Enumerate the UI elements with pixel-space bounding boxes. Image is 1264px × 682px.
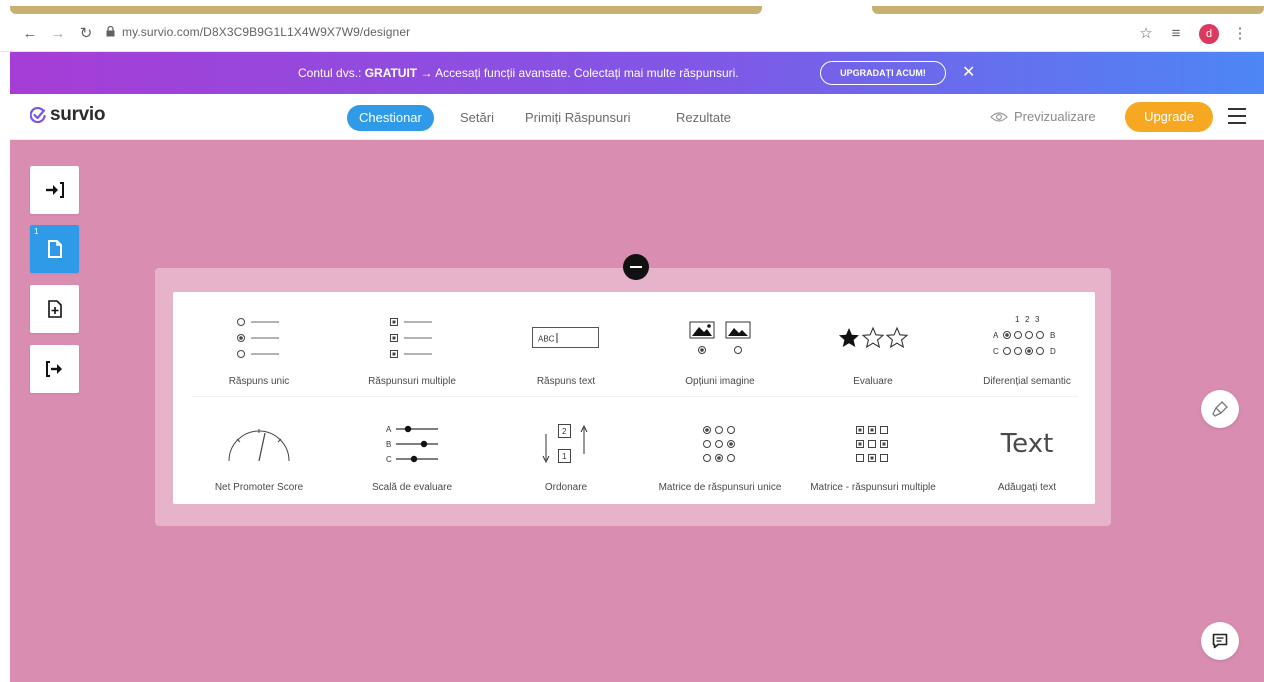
right-label: D — [1050, 347, 1056, 356]
text-answer-sample: ABC — [538, 335, 555, 344]
sign-out-icon — [45, 361, 62, 377]
qtype-single-matrix[interactable]: Matrice de răspunsuri unice — [643, 402, 797, 506]
qtype-nps[interactable]: Net Promoter Score — [182, 402, 336, 506]
collapse-panel-icon[interactable] — [623, 254, 649, 280]
intro-page-button[interactable] — [30, 166, 79, 214]
qtype-label: Evaluare — [853, 376, 893, 387]
single-choice-icon — [237, 318, 279, 358]
nps-gauge-icon — [228, 429, 290, 462]
eye-icon — [990, 111, 1008, 122]
qtype-label: Net Promoter Score — [214, 482, 304, 493]
add-page-icon — [47, 300, 62, 318]
scale-row-label: A — [386, 425, 392, 434]
scale-number: 2 — [1025, 315, 1030, 324]
promo-text: Contul dvs.: GRATUIT → Accesați funcții … — [298, 66, 739, 80]
qtype-label: Răspuns unic — [228, 376, 290, 387]
qtype-label: Adăugați text — [997, 482, 1057, 493]
star-rating-icon — [839, 326, 909, 349]
page-number: 1 — [34, 227, 39, 236]
qtype-single-choice[interactable]: Răspuns unic — [182, 296, 336, 400]
qtype-label: Ordonare — [544, 482, 588, 493]
add-page-button[interactable] — [30, 285, 79, 333]
qtype-label: Răspunsuri multiple — [368, 376, 456, 387]
qtype-image-choice[interactable]: Opțiuni imagine — [643, 296, 797, 400]
paint-brush-icon — [1212, 401, 1228, 417]
promo-plan: GRATUIT — [364, 66, 418, 80]
browser-tab[interactable] — [10, 6, 762, 14]
hamburger-menu-icon[interactable] — [1228, 108, 1246, 124]
image-choice-icon — [689, 321, 751, 354]
logo-text: survio — [50, 104, 106, 125]
qtype-rating[interactable]: Evaluare — [796, 296, 950, 400]
multiple-choice-icon — [390, 318, 432, 358]
browser-window: ← → ↻ my.survio.com/D8X3C9B9G1L1X4W9X7W9… — [0, 0, 1264, 682]
chat-icon — [1212, 633, 1228, 649]
qtype-semantic-differential[interactable]: 1 2 3 A B C D Diferențial semantic — [950, 296, 1104, 400]
kebab-menu-icon[interactable]: ⋮ — [1230, 24, 1250, 44]
lock-icon — [106, 26, 115, 37]
scale-number: 3 — [1035, 315, 1040, 324]
tab-strip — [0, 0, 1264, 16]
end-page-button[interactable] — [30, 345, 79, 393]
scale-row-label: B — [386, 440, 391, 449]
qtype-label: Răspuns text — [536, 376, 596, 387]
text-answer-icon: ABC — [532, 327, 599, 348]
browser-tab[interactable] — [872, 6, 1264, 14]
scale-row-label: C — [386, 455, 392, 464]
qtype-label: Scală de evaluare — [371, 482, 453, 493]
single-matrix-icon — [703, 426, 735, 462]
right-label: B — [1050, 331, 1055, 340]
preview-label: Previzualizare — [1014, 109, 1096, 124]
logo-check-icon — [30, 107, 46, 123]
multiple-matrix-icon — [856, 426, 888, 462]
promo-banner: Contul dvs.: GRATUIT → Accesați funcții … — [10, 52, 1264, 94]
scale-number: 1 — [1015, 315, 1020, 324]
ranking-number: 1 — [562, 452, 567, 461]
reload-icon[interactable]: ↻ — [76, 24, 96, 44]
qtype-label: Diferențial semantic — [983, 376, 1071, 387]
avatar[interactable]: d — [1199, 24, 1219, 44]
promo-text-prefix: Contul dvs.: — [298, 66, 365, 80]
address-bar: ← → ↻ my.survio.com/D8X3C9B9G1L1X4W9X7W9… — [0, 16, 1264, 52]
semantic-differential-icon: 1 2 3 A B C D — [993, 315, 1056, 356]
qtype-label: Matrice - răspunsuri multiple — [810, 482, 936, 493]
add-text-icon: Text — [1000, 429, 1054, 459]
upgrade-now-button[interactable]: UPGRADAȚI ACUM! — [820, 61, 946, 85]
left-label: C — [993, 347, 999, 356]
sign-in-icon — [45, 182, 64, 198]
star-icon[interactable]: ☆ — [1136, 24, 1156, 44]
back-icon[interactable]: ← — [20, 24, 40, 44]
qtype-multiple-matrix[interactable]: Matrice - răspunsuri multiple — [796, 402, 950, 506]
qtype-label: Opțiuni imagine — [685, 376, 755, 387]
designer-canvas: 1 Răspuns unic Răspunsuri multiple ABC R… — [10, 140, 1264, 682]
tab-chestionar[interactable]: Chestionar — [347, 105, 434, 131]
qtype-text-answer[interactable]: ABC Răspuns text — [489, 296, 643, 400]
survio-logo[interactable]: survio — [30, 104, 106, 126]
left-label: A — [993, 331, 999, 340]
tab-setari[interactable]: Setări — [460, 105, 494, 131]
qtype-add-text[interactable]: Text Adăugați text — [950, 402, 1104, 506]
rating-scale-icon: A B C — [386, 425, 438, 464]
forward-icon[interactable]: → — [48, 24, 68, 44]
page-icon — [47, 240, 62, 258]
close-icon[interactable]: ✕ — [962, 63, 975, 83]
qtype-multiple-choice[interactable]: Răspunsuri multiple — [335, 296, 489, 400]
ranking-number: 2 — [562, 427, 567, 436]
qtype-ranking[interactable]: 2 1 Ordonare — [489, 402, 643, 506]
app-header: survio Chestionar Setări Primiți Răspuns… — [10, 94, 1264, 140]
question-page-button[interactable]: 1 — [30, 225, 79, 273]
theme-brush-button[interactable] — [1201, 390, 1239, 428]
ranking-icon: 2 1 — [542, 424, 588, 464]
qtype-rating-scale[interactable]: A B C Scală de evaluare — [335, 402, 489, 506]
upgrade-button[interactable]: Upgrade — [1125, 102, 1213, 132]
reading-list-icon[interactable]: ≡ — [1166, 24, 1186, 44]
url-field[interactable]: my.survio.com/D8X3C9B9G1L1X4W9X7W9/desig… — [122, 25, 410, 39]
tab-primiti-raspunsuri[interactable]: Primiți Răspunsuri — [525, 105, 630, 131]
promo-text-suffix: → Accesați funcții avansate. Colectați m… — [417, 66, 739, 80]
chat-button[interactable] — [1201, 622, 1239, 660]
qtype-label: Matrice de răspunsuri unice — [658, 482, 782, 493]
tab-rezultate[interactable]: Rezultate — [676, 105, 731, 131]
preview-button[interactable]: Previzualizare — [990, 109, 1096, 124]
